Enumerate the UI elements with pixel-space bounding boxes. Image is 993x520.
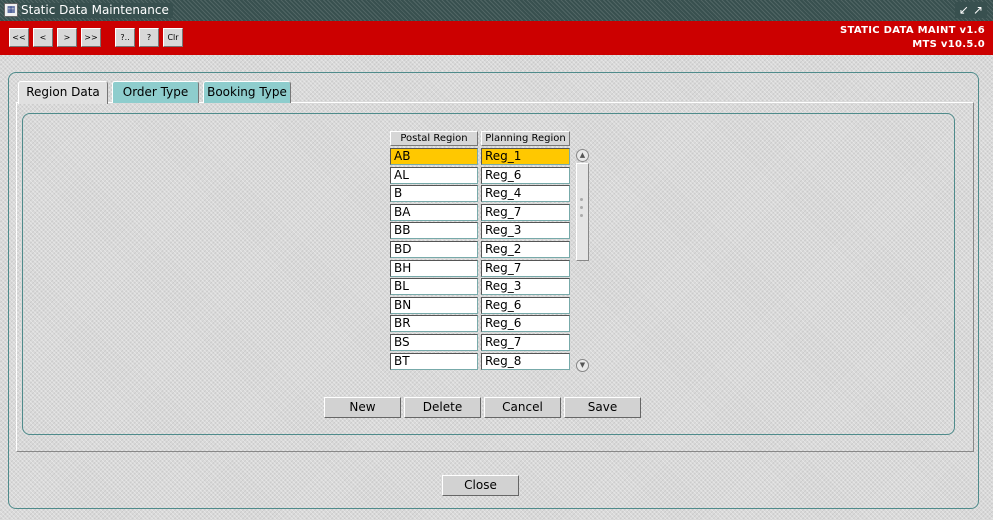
new-button[interactable]: New (324, 397, 401, 418)
scroll-grip-icon (580, 206, 583, 209)
last-record-button[interactable]: >> (81, 28, 101, 47)
postal-region-cell[interactable]: BS (390, 334, 478, 351)
postal-region-cell[interactable]: BB (390, 222, 478, 239)
save-button[interactable]: Save (564, 397, 641, 418)
scroll-thumb[interactable] (576, 163, 589, 261)
planning-region-cell[interactable]: Reg_7 (481, 204, 570, 221)
scroll-down-icon[interactable]: ▼ (576, 359, 589, 372)
column-header-planning-region: Planning Region (481, 131, 570, 146)
first-record-button[interactable]: << (9, 28, 29, 47)
postal-region-cell[interactable]: BH (390, 260, 478, 277)
planning-region-cell[interactable]: Reg_6 (481, 167, 570, 184)
planning-region-cell[interactable]: Reg_8 (481, 353, 570, 370)
scroll-up-icon[interactable]: ▲ (576, 149, 589, 162)
postal-region-cell[interactable]: BR (390, 315, 478, 332)
scroll-grip-icon (580, 198, 583, 201)
next-record-button[interactable]: > (57, 28, 77, 47)
planning-region-cell[interactable]: Reg_7 (481, 260, 570, 277)
postal-region-cell[interactable]: BL (390, 278, 478, 295)
postal-region-cell[interactable]: BT (390, 353, 478, 370)
cancel-button[interactable]: Cancel (484, 397, 561, 418)
query-button[interactable]: ?.. (115, 28, 135, 47)
planning-region-cell[interactable]: Reg_2 (481, 241, 570, 258)
postal-region-cell[interactable]: AB (390, 148, 478, 165)
scroll-grip-icon (580, 214, 583, 217)
planning-region-cell[interactable]: Reg_6 (481, 297, 570, 314)
postal-region-cell[interactable]: BN (390, 297, 478, 314)
window-controls-icon[interactable]: ↙↗ (954, 2, 987, 18)
help-button[interactable]: ? (139, 28, 159, 47)
column-header-postal-region: Postal Region (390, 131, 478, 146)
postal-region-cell[interactable]: AL (390, 167, 478, 184)
planning-region-cell[interactable]: Reg_3 (481, 278, 570, 295)
system-version-label: MTS v10.5.0 (912, 39, 985, 50)
close-button[interactable]: Close (442, 475, 519, 496)
postal-region-cell[interactable]: B (390, 185, 478, 202)
window-title: Static Data Maintenance (21, 3, 173, 18)
postal-region-cell[interactable]: BA (390, 204, 478, 221)
tab-order-type[interactable]: Order Type (112, 81, 199, 103)
clear-button[interactable]: Clr (163, 28, 183, 47)
window-title-bar[interactable]: ▦ Static Data Maintenance ↙↗ (0, 0, 993, 21)
postal-region-cell[interactable]: BD (390, 241, 478, 258)
toolbar: << < > >> ?.. ? Clr STATIC DATA MAINT v1… (0, 21, 993, 55)
tab-booking-type[interactable]: Booking Type (203, 81, 291, 103)
planning-region-cell[interactable]: Reg_1 (481, 148, 570, 165)
planning-region-cell[interactable]: Reg_4 (481, 185, 570, 202)
app-version-label: STATIC DATA MAINT v1.6 (839, 25, 985, 36)
tab-region-data[interactable]: Region Data (18, 81, 108, 104)
previous-record-button[interactable]: < (33, 28, 53, 47)
planning-region-cell[interactable]: Reg_6 (481, 315, 570, 332)
planning-region-cell[interactable]: Reg_7 (481, 334, 570, 351)
planning-region-cell[interactable]: Reg_3 (481, 222, 570, 239)
delete-button[interactable]: Delete (404, 397, 481, 418)
app-icon: ▦ (4, 3, 18, 17)
